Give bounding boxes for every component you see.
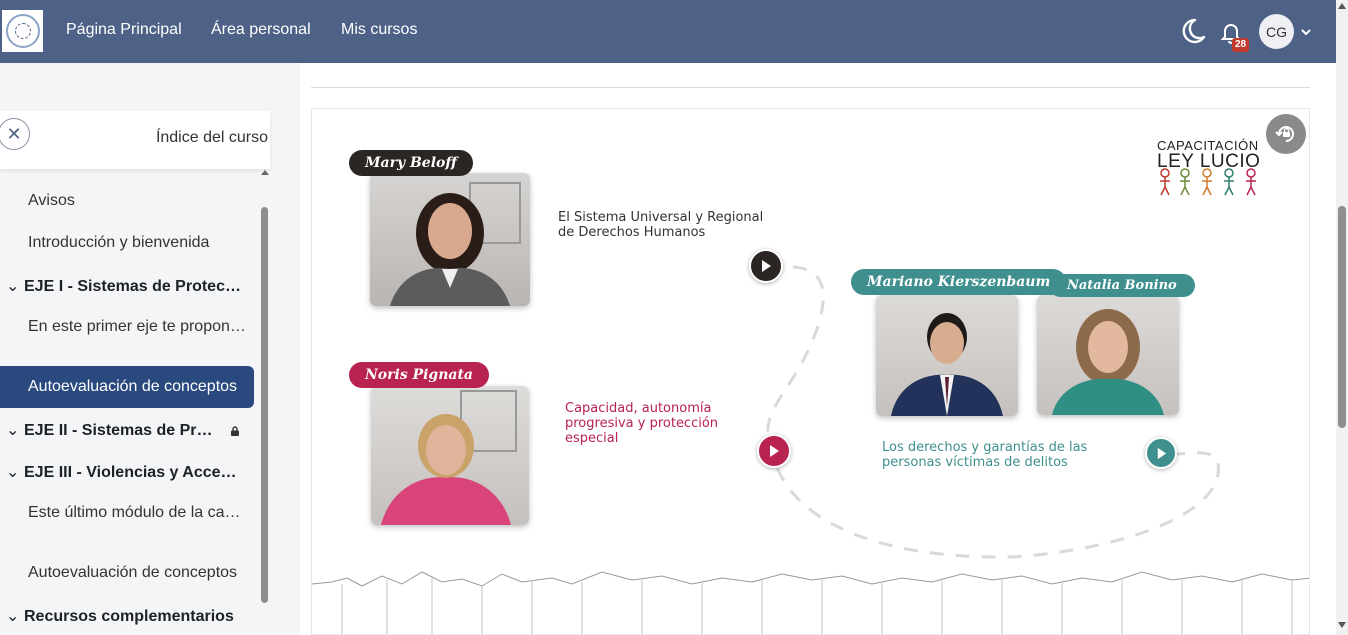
lock-icon [231, 426, 240, 436]
drawer-scrollbar[interactable] [261, 207, 268, 603]
site-logo[interactable] [2, 10, 43, 52]
section-label: EJE III - Violencias y Acceso a la Justi… [24, 464, 242, 481]
sidebar-item-active[interactable]: Autoevaluación de conceptos [0, 366, 254, 408]
play-icon [770, 445, 779, 457]
section-label: EJE II - Sistemas de Protección [24, 422, 214, 439]
topic-capacidad-autonomia: Capacidad, autonomía progresiva y protec… [565, 401, 719, 446]
sidebar-item-avisos[interactable]: Avisos [28, 192, 246, 210]
page-scrollbar-thumb[interactable] [1338, 206, 1346, 428]
chevron-down-icon[interactable] [1300, 26, 1312, 38]
chevron-down-icon: ⌄ [6, 608, 20, 625]
play-button-topic-2[interactable] [757, 434, 791, 468]
moon-icon[interactable] [1180, 17, 1206, 45]
page-scrollbar[interactable] [1336, 0, 1348, 635]
sidebar-section-eje-3[interactable]: ⌄EJE III - Violencias y Acceso a la Just… [6, 462, 242, 482]
interactive-presentation[interactable]: CAPACITACIÓN LEY LUCIO Mary Beloff El Si… [311, 108, 1310, 635]
play-icon [762, 260, 771, 272]
logo-emblem [5, 14, 40, 48]
scroll-down-arrow-icon[interactable] [1338, 622, 1346, 628]
chevron-down-icon: ⌄ [6, 278, 20, 295]
photo-natalia-bonino [1037, 295, 1179, 415]
sidebar-item-eje1-intro[interactable]: En este primer eje te proponemos [28, 318, 246, 336]
course-index-drawer: ✕ Índice del curso Avisos Introducción y… [0, 63, 300, 635]
nav-dashboard-link[interactable]: Área personal [211, 21, 311, 39]
nav-home-link[interactable]: Página Principal [66, 21, 182, 39]
sidebar-item-label: Autoevaluación de conceptos [28, 378, 238, 395]
drawer-title: Índice del curso [155, 129, 268, 146]
sidebar-item-eje3-intro[interactable]: Este último módulo de la capacitación [28, 504, 246, 522]
nametag-natalia-bonino: Natalia Bonino [1049, 274, 1195, 297]
main-content: CAPACITACIÓN LEY LUCIO Mary Beloff El Si… [300, 63, 1336, 635]
close-drawer-button[interactable]: ✕ [0, 118, 30, 150]
nametag-mariano-kierszenbaum: Mariano Kierszenbaum [851, 269, 1067, 295]
nametag-noris-pignata: Noris Pignata [349, 362, 490, 388]
photo-mary-beloff [370, 173, 530, 306]
scroll-up-arrow-icon[interactable] [260, 168, 270, 176]
topic-derechos-victimas: Los derechos y garantías de las personas… [882, 440, 1088, 470]
user-avatar[interactable]: CG [1259, 14, 1294, 49]
play-icon [1157, 447, 1166, 459]
play-button-topic-3[interactable] [1145, 437, 1177, 469]
section-label: EJE I - Sistemas de Protección de Derech… [24, 278, 244, 295]
notification-count-badge: 28 [1232, 38, 1250, 52]
photo-noris-pignata [371, 386, 529, 525]
sidebar-section-eje-2[interactable]: ⌄EJE II - Sistemas de Protección [6, 420, 240, 440]
scroll-up-arrow-icon[interactable] [1338, 3, 1346, 9]
top-navbar: Página Principal Área personal Mis curso… [0, 0, 1336, 63]
section-label: Recursos complementarios [24, 608, 234, 625]
play-button-topic-1[interactable] [749, 249, 783, 283]
topic-sistema-universal: El Sistema Universal y Regional de Derec… [558, 210, 764, 240]
sidebar-section-eje-1[interactable]: ⌄EJE I - Sistemas de Protección de Derec… [6, 276, 244, 296]
sidebar-item-intro[interactable]: Introducción y bienvenida [28, 234, 246, 252]
sidebar-section-recursos[interactable]: ⌄ Recursos complementarios [6, 606, 234, 626]
drawer-header: ✕ Índice del curso [0, 111, 270, 169]
sidebar-item-autoevaluacion-2[interactable]: Autoevaluación de conceptos [28, 564, 246, 582]
photo-mariano-kierszenbaum [876, 295, 1018, 416]
city-skyline-drawing [312, 571, 1309, 634]
divider [311, 87, 1310, 88]
chevron-down-icon: ⌄ [6, 422, 20, 439]
nav-my-courses-link[interactable]: Mis cursos [341, 21, 417, 39]
nametag-mary-beloff: Mary Beloff [349, 150, 473, 176]
chevron-down-icon: ⌄ [6, 464, 20, 481]
